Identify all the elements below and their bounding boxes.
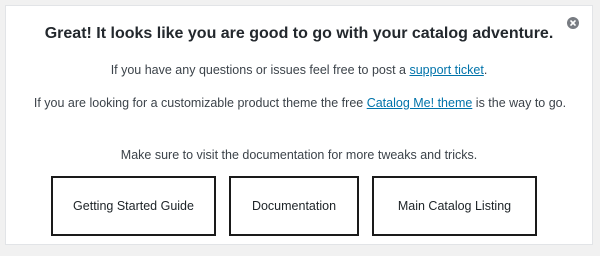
support-message: If you have any questions or issues feel… xyxy=(6,61,592,79)
main-catalog-listing-button[interactable]: Main Catalog Listing xyxy=(372,176,537,236)
support-message-text: If you have any questions or issues feel… xyxy=(110,63,410,77)
welcome-notice: Great! It looks like you are good to go … xyxy=(5,5,593,245)
support-message-end: . xyxy=(483,63,488,77)
documentation-button[interactable]: Documentation xyxy=(229,176,359,236)
catalog-me-theme-link[interactable]: Catalog Me! theme xyxy=(367,96,473,110)
support-ticket-link[interactable]: support ticket xyxy=(409,63,483,77)
theme-message-text: If you are looking for a customizable pr… xyxy=(33,96,367,110)
theme-message-end: is the way to go. xyxy=(472,96,567,110)
documentation-message: Make sure to visit the documentation for… xyxy=(120,148,478,162)
getting-started-guide-button[interactable]: Getting Started Guide xyxy=(51,176,216,236)
notice-title: Great! It looks like you are good to go … xyxy=(44,25,554,42)
theme-message: If you are looking for a customizable pr… xyxy=(26,94,574,112)
